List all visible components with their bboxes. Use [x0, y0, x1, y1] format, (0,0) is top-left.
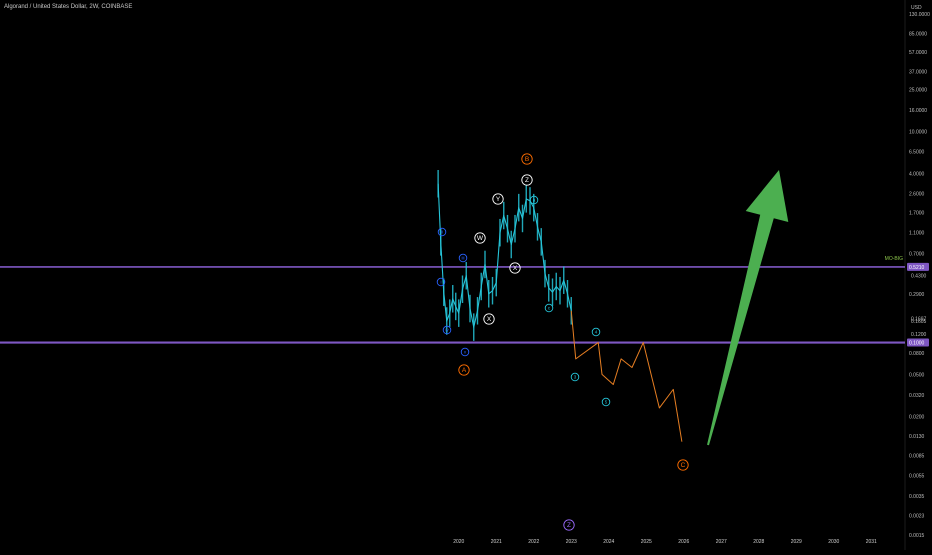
x-tick-label: 2021	[491, 539, 502, 545]
y-tick-label: 0.0200	[909, 414, 925, 420]
y-tick-label: 0.2900	[909, 292, 925, 298]
y-tick-label: 85.0000	[909, 31, 927, 37]
wave-label-text: X	[487, 316, 492, 323]
chart-canvas[interactable]: USD130.0000 85.0000 57.0000 37.0000 25.0000 1…	[0, 0, 932, 550]
wave-label-text: iv	[445, 328, 449, 333]
wave-label-text: Z	[525, 177, 529, 184]
x-tick-label: 2020	[453, 539, 464, 545]
wave-label-text: W	[477, 235, 484, 242]
wave-label-text: i	[441, 280, 442, 285]
y-tick-label: 0.0800	[909, 351, 925, 357]
wave-label-text: A	[462, 367, 467, 374]
y-tick-label: 25.0000	[909, 88, 927, 94]
x-tick-label: 2022	[528, 539, 539, 545]
wave-label-text: Z	[567, 522, 571, 529]
x-tick-label: 2028	[753, 539, 764, 545]
y-tick-label: 57.0000	[909, 50, 927, 56]
y-tick-label: 0.0130	[909, 434, 925, 440]
x-tick-label: 2031	[866, 539, 877, 545]
y-tick-label: 0.0015	[909, 533, 925, 539]
y-tick-label: 130.0000	[909, 12, 930, 18]
x-tick-label: 2025	[641, 539, 652, 545]
wave-label-text: 3	[574, 375, 577, 380]
x-tick-label: 2024	[603, 539, 614, 545]
wave-label-text: iii	[462, 256, 465, 261]
y-tick-label: 37.0000	[909, 70, 927, 76]
y-tick-label: 0.0500	[909, 372, 925, 378]
y-tick-label: 2.6000	[909, 191, 925, 197]
y-tick-label: 16.0000	[909, 108, 927, 114]
y-tick-label: 1.7000	[909, 211, 925, 217]
wave-label-text: 5	[605, 400, 608, 405]
y-tick-label: 0.0055	[909, 473, 925, 479]
y-tick-label: 4.0000	[909, 172, 925, 178]
chart-root: Algorand / United States Dollar, 2W, COI…	[0, 0, 932, 550]
wave-label-text: v	[464, 350, 467, 355]
x-tick-label: 2030	[828, 539, 839, 545]
x-tick-label: 2027	[716, 539, 727, 545]
wave-label-text: Y	[496, 196, 501, 203]
chart-title: Algorand / United States Dollar, 2W, COI…	[4, 4, 133, 10]
wave-label-text: ii	[441, 230, 443, 235]
projection-line	[570, 310, 683, 442]
wave-label-text: B	[525, 156, 529, 163]
y-tick-label: 10.0000	[909, 130, 927, 136]
y-tick-label: 0.0023	[909, 513, 925, 519]
wave-label-text: C	[681, 462, 686, 469]
x-tick-label: 2029	[791, 539, 802, 545]
wave-label-text: c	[548, 306, 551, 311]
y-tick-label: 6.5000	[909, 149, 925, 155]
y-tick-label: 0.7000	[909, 251, 925, 257]
x-tick-label: 2023	[566, 539, 577, 545]
y-tick-label: 1.1000	[909, 231, 925, 237]
level-name-label: MO-BIG	[885, 256, 903, 262]
price-tag-label: 0.4300	[911, 274, 927, 280]
wave-label-text: 4	[595, 330, 598, 335]
y-tick-label: 0.0320	[909, 393, 925, 399]
currency-label: USD	[911, 5, 922, 11]
wave-label-text: a	[533, 198, 536, 203]
level-price-label: 0.5210	[909, 265, 925, 271]
x-tick-label: 2026	[678, 539, 689, 545]
y-tick-label: 0.0035	[909, 494, 925, 500]
bullish-arrow-icon	[707, 170, 789, 446]
price-tag-label: 0.1200	[911, 332, 927, 338]
level-price-label: 0.1000	[909, 341, 925, 347]
y-tick-label: 0.0085	[909, 454, 925, 460]
wave-label-text: X	[513, 265, 518, 272]
price-tag-label: 0.1605	[911, 319, 927, 325]
